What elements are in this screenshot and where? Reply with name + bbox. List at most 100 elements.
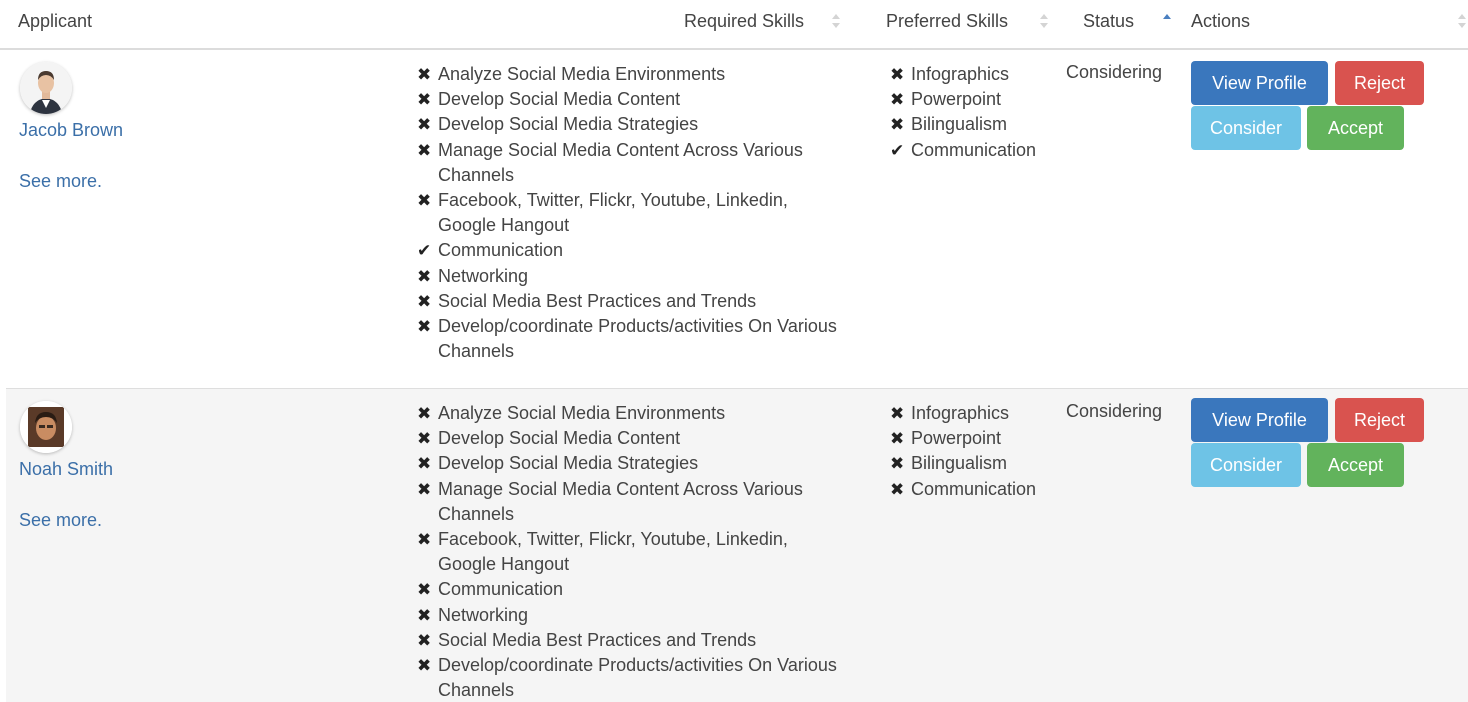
- skill-label: Communication: [438, 240, 564, 261]
- times-icon: ✖: [890, 454, 905, 474]
- skill-label: Bilingualism: [911, 453, 1008, 474]
- status-text: Considering: [1066, 401, 1163, 421]
- times-icon: ✖: [890, 115, 905, 135]
- times-icon: ✖: [417, 65, 432, 84]
- column-header-preferred-skills[interactable]: Preferred Skills: [886, 11, 1008, 32]
- skill-label: Develop/coordinate Products/activities O…: [438, 316, 837, 362]
- column-header-actions[interactable]: Actions: [1191, 11, 1250, 32]
- times-icon: ✖: [890, 90, 905, 110]
- times-icon: ✖: [417, 317, 432, 337]
- column-header-applicant[interactable]: Applicant: [18, 11, 92, 32]
- applicant-name-link[interactable]: Noah Smith: [19, 459, 113, 480]
- times-icon: ✖: [417, 580, 432, 600]
- see-more-link[interactable]: See more.: [19, 510, 102, 531]
- list-item: ✖ Social Media Best Practices and Trends: [417, 289, 847, 314]
- preferred-skills-list: ✖ Infographics ✖ Powerpoint ✖ Bilingualism …: [890, 62, 1060, 163]
- avatar-photo: [20, 401, 72, 453]
- skill-label: Manage Social Media Content Across Vario…: [438, 478, 803, 524]
- consider-button[interactable]: Consider: [1191, 443, 1301, 487]
- preferred-skills-list: ✖ Infographics ✖ Powerpoint ✖ Bilingualism …: [890, 401, 1060, 502]
- avatar: [20, 62, 72, 114]
- list-item: ✖ Communication: [417, 577, 847, 602]
- skill-label: Develop Social Media Strategies: [438, 453, 699, 474]
- table-row: Jacob Brown See more. ✖ Analyze Social Me…: [6, 50, 1468, 389]
- skill-label: Bilingualism: [911, 114, 1008, 135]
- list-item: ✖ Develop/coordinate Products/activities …: [417, 314, 847, 364]
- check-icon: ✔: [890, 140, 905, 160]
- applicant-name-link[interactable]: Jacob Brown: [19, 120, 123, 141]
- consider-button[interactable]: Consider: [1191, 106, 1301, 150]
- list-item: ✖ Communication: [890, 477, 1060, 502]
- list-item: ✖ Manage Social Media Content Across Vari…: [417, 138, 847, 188]
- skill-label: Powerpoint: [911, 89, 1002, 110]
- required-skills-list: ✖ Analyze Social Media Environments ✖ Deve…: [417, 401, 847, 702]
- list-item: ✖ Networking: [417, 264, 847, 289]
- see-more-link[interactable]: See more.: [19, 171, 102, 192]
- avatar: [20, 401, 72, 453]
- applicants-table: Applicant Required Skills Preferred Skil…: [0, 0, 1468, 702]
- skill-label: Powerpoint: [911, 428, 1002, 449]
- times-icon: ✖: [417, 656, 432, 676]
- sort-ascending-icon[interactable]: [1163, 13, 1171, 29]
- accept-button[interactable]: Accept: [1307, 106, 1404, 150]
- times-icon: ✖: [417, 291, 432, 311]
- times-icon: ✖: [890, 429, 905, 449]
- check-icon: ✔: [417, 241, 432, 261]
- sort-icon[interactable]: [832, 13, 840, 29]
- list-item: ✖ Powerpoint: [890, 87, 1060, 112]
- accept-button[interactable]: Accept: [1307, 443, 1404, 487]
- times-icon: ✖: [417, 115, 432, 135]
- skill-label: Analyze Social Media Environments: [438, 64, 726, 84]
- skill-label: Communication: [438, 579, 564, 600]
- times-icon: ✖: [417, 479, 432, 499]
- status-text: Considering: [1066, 62, 1163, 82]
- table-header: Applicant Required Skills Preferred Skil…: [0, 0, 1468, 50]
- list-item: ✖ Develop Social Media Content: [417, 87, 847, 112]
- skill-label: Networking: [438, 265, 529, 286]
- column-header-status[interactable]: Status: [1083, 11, 1134, 32]
- skill-label: Manage Social Media Content Across Vario…: [438, 139, 803, 185]
- view-profile-button[interactable]: View Profile: [1191, 61, 1328, 105]
- list-item: ✖ Develop/coordinate Products/activities …: [417, 653, 847, 702]
- times-icon: ✖: [417, 454, 432, 474]
- avatar-photo: [20, 62, 72, 114]
- skill-label: Infographics: [911, 64, 1010, 84]
- sort-icon[interactable]: [1458, 13, 1466, 29]
- column-header-required-skills[interactable]: Required Skills: [684, 11, 804, 32]
- times-icon: ✖: [417, 140, 432, 160]
- times-icon: ✖: [890, 65, 905, 84]
- list-item: ✖ Bilingualism: [890, 451, 1060, 476]
- list-item: ✖ Networking: [417, 603, 847, 628]
- skill-label: Communication: [911, 139, 1037, 160]
- skill-label: Analyze Social Media Environments: [438, 403, 726, 423]
- view-profile-button[interactable]: View Profile: [1191, 398, 1328, 442]
- skill-label: Develop/coordinate Products/activities O…: [438, 655, 837, 701]
- list-item: ✖ Manage Social Media Content Across Vari…: [417, 477, 847, 527]
- skill-label: Develop Social Media Content: [438, 89, 681, 110]
- list-item: ✔ Communication: [890, 138, 1060, 163]
- times-icon: ✖: [417, 630, 432, 650]
- list-item: ✖ Develop Social Media Content: [417, 426, 847, 451]
- skill-label: Facebook, Twitter, Flickr, Youtube, Link…: [438, 190, 788, 236]
- skill-label: Facebook, Twitter, Flickr, Youtube, Link…: [438, 529, 788, 575]
- required-skills-list: ✖ Analyze Social Media Environments ✖ Deve…: [417, 62, 847, 364]
- skill-label: Social Media Best Practices and Trends: [438, 290, 757, 311]
- times-icon: ✖: [417, 530, 432, 550]
- list-item: ✖ Social Media Best Practices and Trends: [417, 628, 847, 653]
- skill-label: Communication: [911, 478, 1037, 499]
- skill-label: Infographics: [911, 403, 1010, 423]
- list-item: ✖ Bilingualism: [890, 112, 1060, 137]
- reject-button[interactable]: Reject: [1335, 61, 1424, 105]
- skill-label: Social Media Best Practices and Trends: [438, 629, 757, 650]
- reject-button[interactable]: Reject: [1335, 398, 1424, 442]
- list-item: ✖ Facebook, Twitter, Flickr, Youtube, Lin…: [417, 188, 847, 238]
- list-item: ✖ Develop Social Media Strategies: [417, 451, 847, 476]
- sort-icon[interactable]: [1040, 13, 1048, 29]
- times-icon: ✖: [417, 191, 432, 211]
- times-icon: ✖: [417, 90, 432, 110]
- times-icon: ✖: [890, 479, 905, 499]
- table-row: Noah Smith See more. ✖ Analyze Social Med…: [6, 389, 1468, 702]
- list-item: ✔ Communication: [417, 238, 847, 263]
- times-icon: ✖: [890, 404, 905, 423]
- times-icon: ✖: [417, 404, 432, 423]
